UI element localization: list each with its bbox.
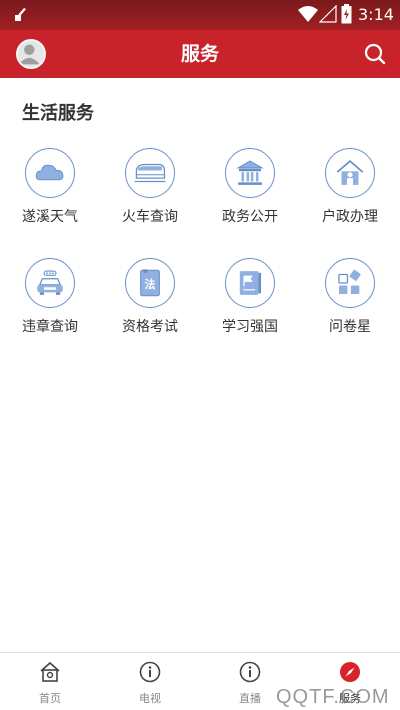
service-xuexi[interactable]: 学习强国 [200, 258, 300, 348]
service-icon-circle: 法 [125, 258, 175, 308]
service-weather[interactable]: 遂溪天气 [0, 148, 100, 238]
law-book-icon: 法 [140, 269, 160, 297]
section-title: 生活服务 [22, 103, 94, 124]
flag-book-icon [239, 271, 262, 295]
info-circle-icon [139, 661, 161, 683]
service-icon-circle [325, 148, 375, 198]
compass-icon [340, 662, 360, 682]
service-icon-circle [225, 258, 275, 308]
app-header: 服务 [0, 30, 400, 78]
avatar[interactable] [16, 39, 46, 69]
service-icon-circle [25, 258, 75, 308]
questionnaire-icon [338, 269, 361, 295]
battery-charging-icon [341, 4, 352, 24]
nav-label: 电视 [139, 692, 161, 705]
service-household[interactable]: 户政办理 [300, 148, 400, 238]
service-label: 火车查询 [122, 209, 178, 225]
service-train[interactable]: 火车查询 [100, 148, 200, 238]
government-building-icon [236, 160, 264, 185]
train-icon [134, 163, 166, 183]
wifi-icon [298, 6, 318, 22]
status-bar: 3:14 [0, 0, 400, 30]
service-icon-circle [325, 258, 375, 308]
cloud-icon [35, 164, 64, 181]
signal-icon [319, 5, 337, 23]
info-circle-icon [239, 661, 261, 683]
service-icon-circle [25, 148, 75, 198]
status-time: 3:14 [358, 5, 394, 24]
service-icon-circle [125, 148, 175, 198]
nav-home[interactable]: 首页 [0, 653, 100, 710]
service-government[interactable]: 政务公开 [200, 148, 300, 238]
service-questionnaire[interactable]: 问卷星 [300, 258, 400, 348]
service-label: 政务公开 [222, 209, 278, 225]
svg-text:法: 法 [144, 277, 155, 291]
search-icon[interactable] [362, 41, 388, 67]
home-icon [40, 661, 60, 682]
cleaner-icon [15, 8, 26, 21]
user-avatar-icon [18, 44, 40, 65]
service-icon-circle [225, 148, 275, 198]
nav-tv[interactable]: 电视 [100, 653, 200, 710]
service-label: 资格考试 [122, 319, 178, 335]
service-exam[interactable]: 法 资格考试 [100, 258, 200, 348]
service-label: 问卷星 [329, 319, 371, 335]
service-label: 学习强国 [222, 319, 278, 335]
service-label: 遂溪天气 [22, 209, 78, 225]
house-person-icon [336, 159, 364, 185]
service-label: 违章查询 [22, 319, 78, 335]
car-icon [37, 270, 63, 295]
service-label: 户政办理 [322, 209, 378, 225]
page-title: 服务 [180, 43, 219, 65]
watermark: QQTF.COM [276, 686, 390, 708]
service-violation[interactable]: 违章查询 [0, 258, 100, 348]
nav-label: 首页 [39, 692, 61, 705]
